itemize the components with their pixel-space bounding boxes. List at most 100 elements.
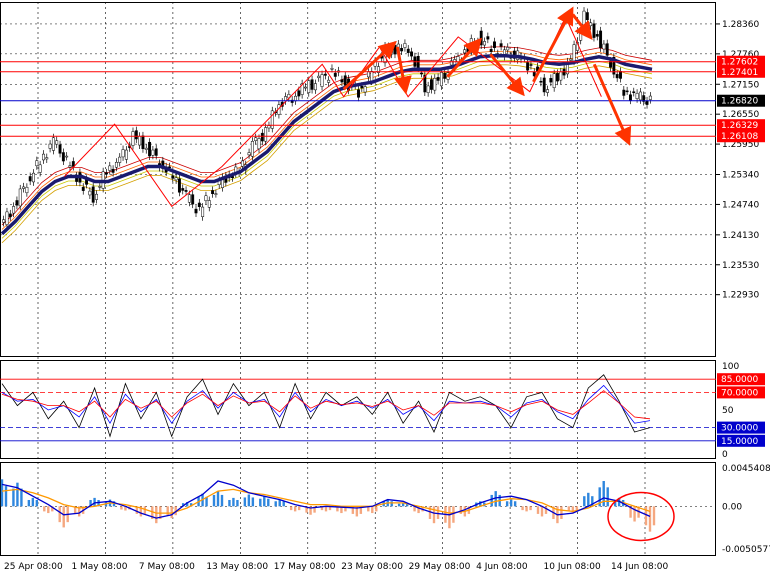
candle-body (48, 143, 52, 149)
osc-y-tick-label: 100 (722, 362, 739, 372)
candle-body (124, 149, 128, 160)
y-tick-label: 1.24740 (722, 200, 759, 210)
macd-histogram-bar (390, 501, 393, 507)
y-tick-label: 1.28360 (722, 20, 759, 30)
candle-body (363, 86, 367, 93)
x-tick-label: 13 May 08:00 (206, 562, 268, 572)
annotation-ellipse (607, 491, 675, 542)
trading-chart[interactable]: 25 Apr 08:00 1 May 08:00 7 May 08:00 13 May… (0, 0, 770, 575)
macd-histogram-bar (62, 506, 65, 528)
candle-body (473, 41, 477, 44)
y-tick-label: 1.26550 (722, 110, 759, 120)
macd-histogram-bar (529, 506, 532, 511)
osc-level-badge-label: 15.0000 (721, 437, 758, 447)
price-level-badge-label: 1.26329 (721, 121, 758, 131)
macd-histogram-bar (47, 506, 50, 514)
candle-body (367, 71, 370, 78)
macd-histogram-bar (12, 488, 15, 507)
candle-body (619, 71, 622, 79)
macd-pane: 0.0045408 0.00 -0.0050577 (0, 464, 770, 555)
candle-body (310, 79, 314, 90)
macd-histogram-bar (324, 506, 328, 512)
candle-body (297, 90, 301, 97)
macd-signal-line (1, 480, 651, 519)
macd-histogram-bar (513, 501, 517, 507)
candle-body (340, 79, 344, 83)
candle-body (254, 137, 258, 141)
macd-histogram-bar (35, 499, 39, 507)
macd-histogram-bar (436, 506, 440, 519)
candle-body (207, 200, 211, 208)
candle-body (91, 186, 95, 203)
candle-body (12, 206, 16, 214)
candle-body (605, 43, 609, 56)
candle-body (443, 73, 447, 79)
candle-body (625, 90, 629, 93)
macd-histogram-bar (452, 506, 455, 523)
candle-body (615, 74, 619, 79)
x-tick-label: 29 May 08:00 (409, 562, 471, 572)
candle-body (121, 149, 125, 158)
candle-body (264, 127, 268, 142)
candle-body (267, 125, 271, 129)
candle-body (95, 193, 98, 200)
macd-histogram-bar (540, 506, 544, 517)
macd-histogram-bar (27, 499, 31, 507)
osc-y-tick-label: 0 (722, 450, 728, 460)
oscillator-line (1, 384, 651, 425)
macd-histogram-bar (232, 497, 235, 507)
candle-body (645, 100, 649, 105)
candle-body (22, 186, 26, 189)
candle-body (638, 91, 642, 101)
candle-body (204, 195, 208, 202)
macd-histogram-bar (120, 506, 123, 510)
candle-body (579, 31, 583, 41)
candle-body (403, 43, 407, 48)
candle-body (343, 75, 347, 86)
candle-body (65, 155, 69, 158)
macd-histogram-bar (297, 506, 301, 511)
x-tick-label: 25 Apr 08:00 (4, 562, 63, 572)
macd-histogram-bar (220, 494, 224, 507)
macd-histogram-bar (93, 497, 96, 507)
macd-histogram-bar (560, 506, 563, 519)
candle-body (201, 206, 205, 217)
candle-body (151, 149, 155, 156)
candle-body (35, 160, 39, 167)
candle-body (589, 22, 593, 27)
candle-body (628, 94, 632, 101)
macd-histogram-bar (236, 499, 239, 507)
candle-body (45, 157, 49, 160)
candle-body (410, 51, 414, 57)
candle-body (98, 186, 102, 188)
candle-body (426, 85, 430, 93)
candle-body (632, 91, 636, 93)
osc-level-badge-label: 70.0000 (721, 388, 758, 398)
candle-body (317, 75, 321, 79)
macd-histogram-bar (509, 499, 513, 507)
candle-body (489, 49, 493, 52)
macd-histogram-bar (587, 492, 590, 507)
candle-body (141, 135, 145, 149)
candle-body (549, 78, 553, 83)
candle-body (333, 72, 337, 77)
candle-body (526, 62, 530, 71)
macd-histogram-bar (525, 506, 528, 512)
candle-body (330, 68, 334, 70)
candle-body (28, 176, 32, 182)
candle-body (38, 164, 42, 173)
candle-body (114, 161, 118, 168)
candle-body (187, 194, 191, 203)
candle-body (184, 190, 188, 192)
macd-histogram-bar (648, 506, 652, 532)
macd-histogram-bar (243, 497, 247, 507)
candle-body (556, 73, 559, 82)
x-tick-label: 7 May 08:00 (139, 562, 195, 572)
candle-body (5, 211, 9, 225)
candle-body (456, 56, 460, 63)
y-tick-label: 1.22930 (722, 291, 759, 301)
candle-body (108, 165, 112, 171)
macd-y-tick-label: -0.0050577 (722, 545, 770, 555)
macd-histogram-bar (282, 501, 285, 507)
macd-histogram-bar (216, 491, 220, 507)
